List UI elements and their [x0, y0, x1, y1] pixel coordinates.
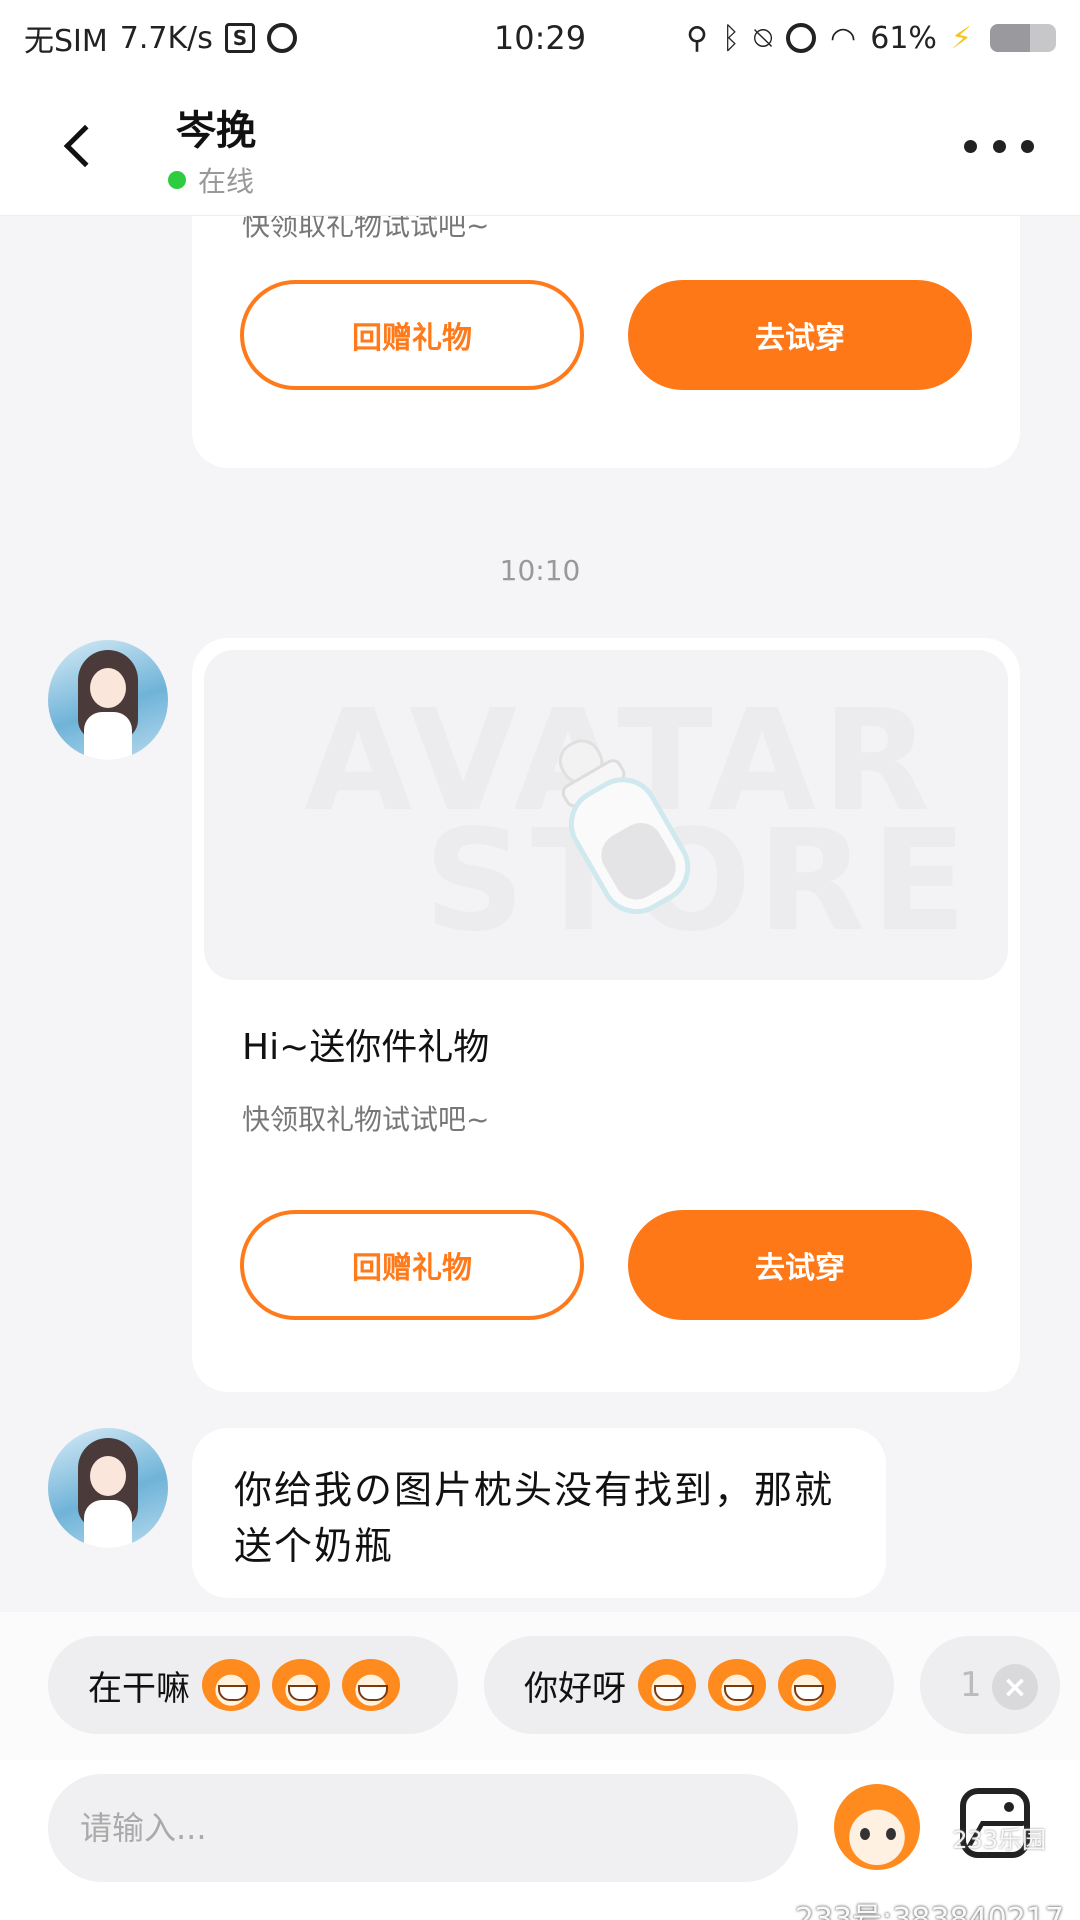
bluetooth-icon: ᛒ	[722, 20, 741, 56]
chat-messages[interactable]: 快领取礼物试试吧~ 回赠礼物 去试穿 10:10 AVATAR STORE Hi…	[0, 216, 1080, 1612]
battery-percent: 61%	[870, 20, 937, 56]
charging-icon: ⚡	[950, 20, 972, 56]
mascot-emoji-icon[interactable]	[834, 1784, 920, 1870]
carrier-label: 无SIM	[24, 24, 108, 59]
gift-card-subtitle: 快领取礼物试试吧~	[242, 1103, 490, 1136]
battery-fill	[990, 24, 1031, 52]
s-app-icon: S	[224, 23, 255, 53]
gift-card: 快领取礼物试试吧~ 回赠礼物 去试穿	[192, 216, 1020, 468]
mute-icon: ⍉	[754, 20, 773, 56]
quick-reply-chip[interactable]: 在干嘛	[48, 1636, 458, 1734]
quick-reply-label: 在干嘛	[88, 1668, 190, 1709]
status-bar: 无SIM 7.7K/s S 10:29 ⚲ ᛒ ⍉ ◠ 61% ⚡	[0, 0, 1080, 76]
chevron-left-icon	[63, 124, 107, 168]
surprised-emoji-icon	[708, 1659, 766, 1711]
grin-emoji-icon	[202, 1659, 260, 1711]
more-dot	[1021, 139, 1034, 153]
gift-card-title: Hi~送你件礼物	[242, 1027, 490, 1068]
quick-reply-chip[interactable]: 1	[920, 1636, 1060, 1734]
surprised-emoji-icon	[638, 1659, 696, 1711]
wifi-icon: ◠	[830, 20, 857, 56]
message-input[interactable]	[48, 1774, 798, 1882]
avatar[interactable]	[48, 640, 168, 760]
gift-card: AVATAR STORE Hi~送你件礼物 快领取礼物试试吧~ 回赠礼物 去试穿	[192, 638, 1020, 1392]
quick-reply-label: 1	[960, 1665, 982, 1705]
alarm-icon	[266, 23, 297, 53]
more-dot	[992, 139, 1006, 153]
presence-label: 在线	[198, 165, 255, 198]
avatar[interactable]	[48, 1428, 168, 1548]
more-dot	[964, 139, 977, 153]
gift-image[interactable]: AVATAR STORE	[204, 650, 1008, 980]
more-button[interactable]	[964, 126, 1034, 166]
battery-icon	[990, 24, 1056, 52]
quick-reply-label: 你好呀	[524, 1668, 626, 1709]
baby-bottle-icon	[558, 739, 691, 914]
close-quick-replies-button[interactable]: ×	[992, 1664, 1038, 1710]
contact-name: 岑挽	[176, 108, 256, 154]
grin-emoji-icon	[272, 1659, 330, 1711]
gift-card-subtitle: 快领取礼物试试吧~	[242, 216, 490, 242]
grin-emoji-icon	[342, 1659, 400, 1711]
quick-reply-bar: 在干嘛 你好呀 1 ×	[0, 1612, 1080, 1760]
message-timestamp: 10:10	[499, 554, 581, 587]
site-id-watermark: 233号:383840217	[794, 1902, 1064, 1920]
return-gift-button[interactable]: 回赠礼物	[240, 280, 584, 390]
online-dot-icon	[168, 171, 186, 189]
surprised-emoji-icon	[778, 1659, 836, 1711]
back-button[interactable]	[50, 106, 110, 186]
try-on-button[interactable]: 去试穿	[628, 280, 972, 390]
network-speed: 7.7K/s	[119, 20, 213, 56]
location-icon: ⚲	[686, 20, 709, 56]
quick-reply-chip[interactable]: 你好呀	[484, 1636, 894, 1734]
try-on-button[interactable]: 去试穿	[628, 1210, 972, 1320]
text-message: 你给我の图片枕头没有找到，那就送个奶瓶	[192, 1428, 886, 1598]
alarm-icon-right	[786, 23, 817, 53]
presence-status: 在线	[168, 160, 254, 200]
return-gift-button[interactable]: 回赠礼物	[240, 1210, 584, 1320]
site-logo-watermark: 233乐园	[952, 1826, 1046, 1854]
chat-header: 岑挽 在线	[0, 76, 1080, 216]
close-icon: ×	[1002, 1669, 1028, 1705]
